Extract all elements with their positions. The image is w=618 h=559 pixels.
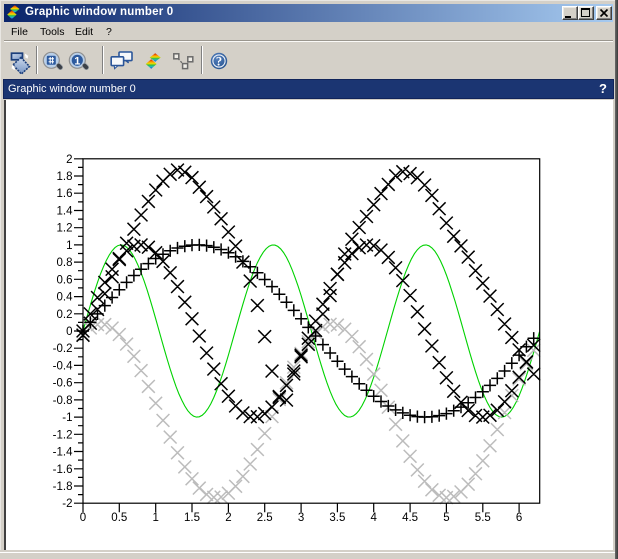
svg-text:2.5: 2.5 — [256, 512, 272, 524]
svg-text:5.5: 5.5 — [474, 512, 490, 524]
svg-text:-0.6: -0.6 — [52, 378, 72, 390]
svg-text:0.6: 0.6 — [56, 274, 72, 286]
svg-text:1.5: 1.5 — [184, 512, 200, 524]
svg-text:-1.6: -1.6 — [52, 464, 72, 476]
svg-text:0.5: 0.5 — [111, 512, 127, 524]
svg-text:1: 1 — [74, 55, 80, 67]
svg-text:-2: -2 — [62, 498, 72, 510]
svg-text:0: 0 — [79, 512, 85, 524]
svg-text:-1.4: -1.4 — [52, 447, 72, 459]
svg-text:4.5: 4.5 — [402, 512, 418, 524]
svg-text:-0.4: -0.4 — [52, 360, 72, 372]
svg-text:-0.8: -0.8 — [52, 395, 72, 407]
svg-text:5: 5 — [443, 512, 449, 524]
svg-text:3: 3 — [297, 512, 303, 524]
svg-text:-1: -1 — [62, 412, 72, 424]
svg-text:6: 6 — [515, 512, 521, 524]
svg-text:-0.2: -0.2 — [52, 343, 72, 355]
svg-text:1.2: 1.2 — [56, 223, 72, 235]
svg-text:1.4: 1.4 — [56, 206, 73, 218]
svg-text:2: 2 — [66, 154, 72, 166]
svg-text:?: ? — [216, 54, 222, 68]
svg-text:-1.8: -1.8 — [52, 481, 72, 493]
svg-text:0.4: 0.4 — [56, 292, 73, 304]
svg-text:0.8: 0.8 — [56, 257, 72, 269]
svg-text:0.2: 0.2 — [56, 309, 72, 321]
svg-text:2: 2 — [225, 512, 231, 524]
svg-text:-1.2: -1.2 — [52, 429, 72, 441]
svg-text:1.6: 1.6 — [56, 188, 72, 200]
svg-text:3.5: 3.5 — [329, 512, 345, 524]
svg-text:1: 1 — [152, 512, 158, 524]
svg-text:1: 1 — [66, 240, 72, 252]
svg-text:1.8: 1.8 — [56, 171, 72, 183]
svg-text:4: 4 — [370, 512, 377, 524]
svg-text:0: 0 — [66, 326, 72, 338]
